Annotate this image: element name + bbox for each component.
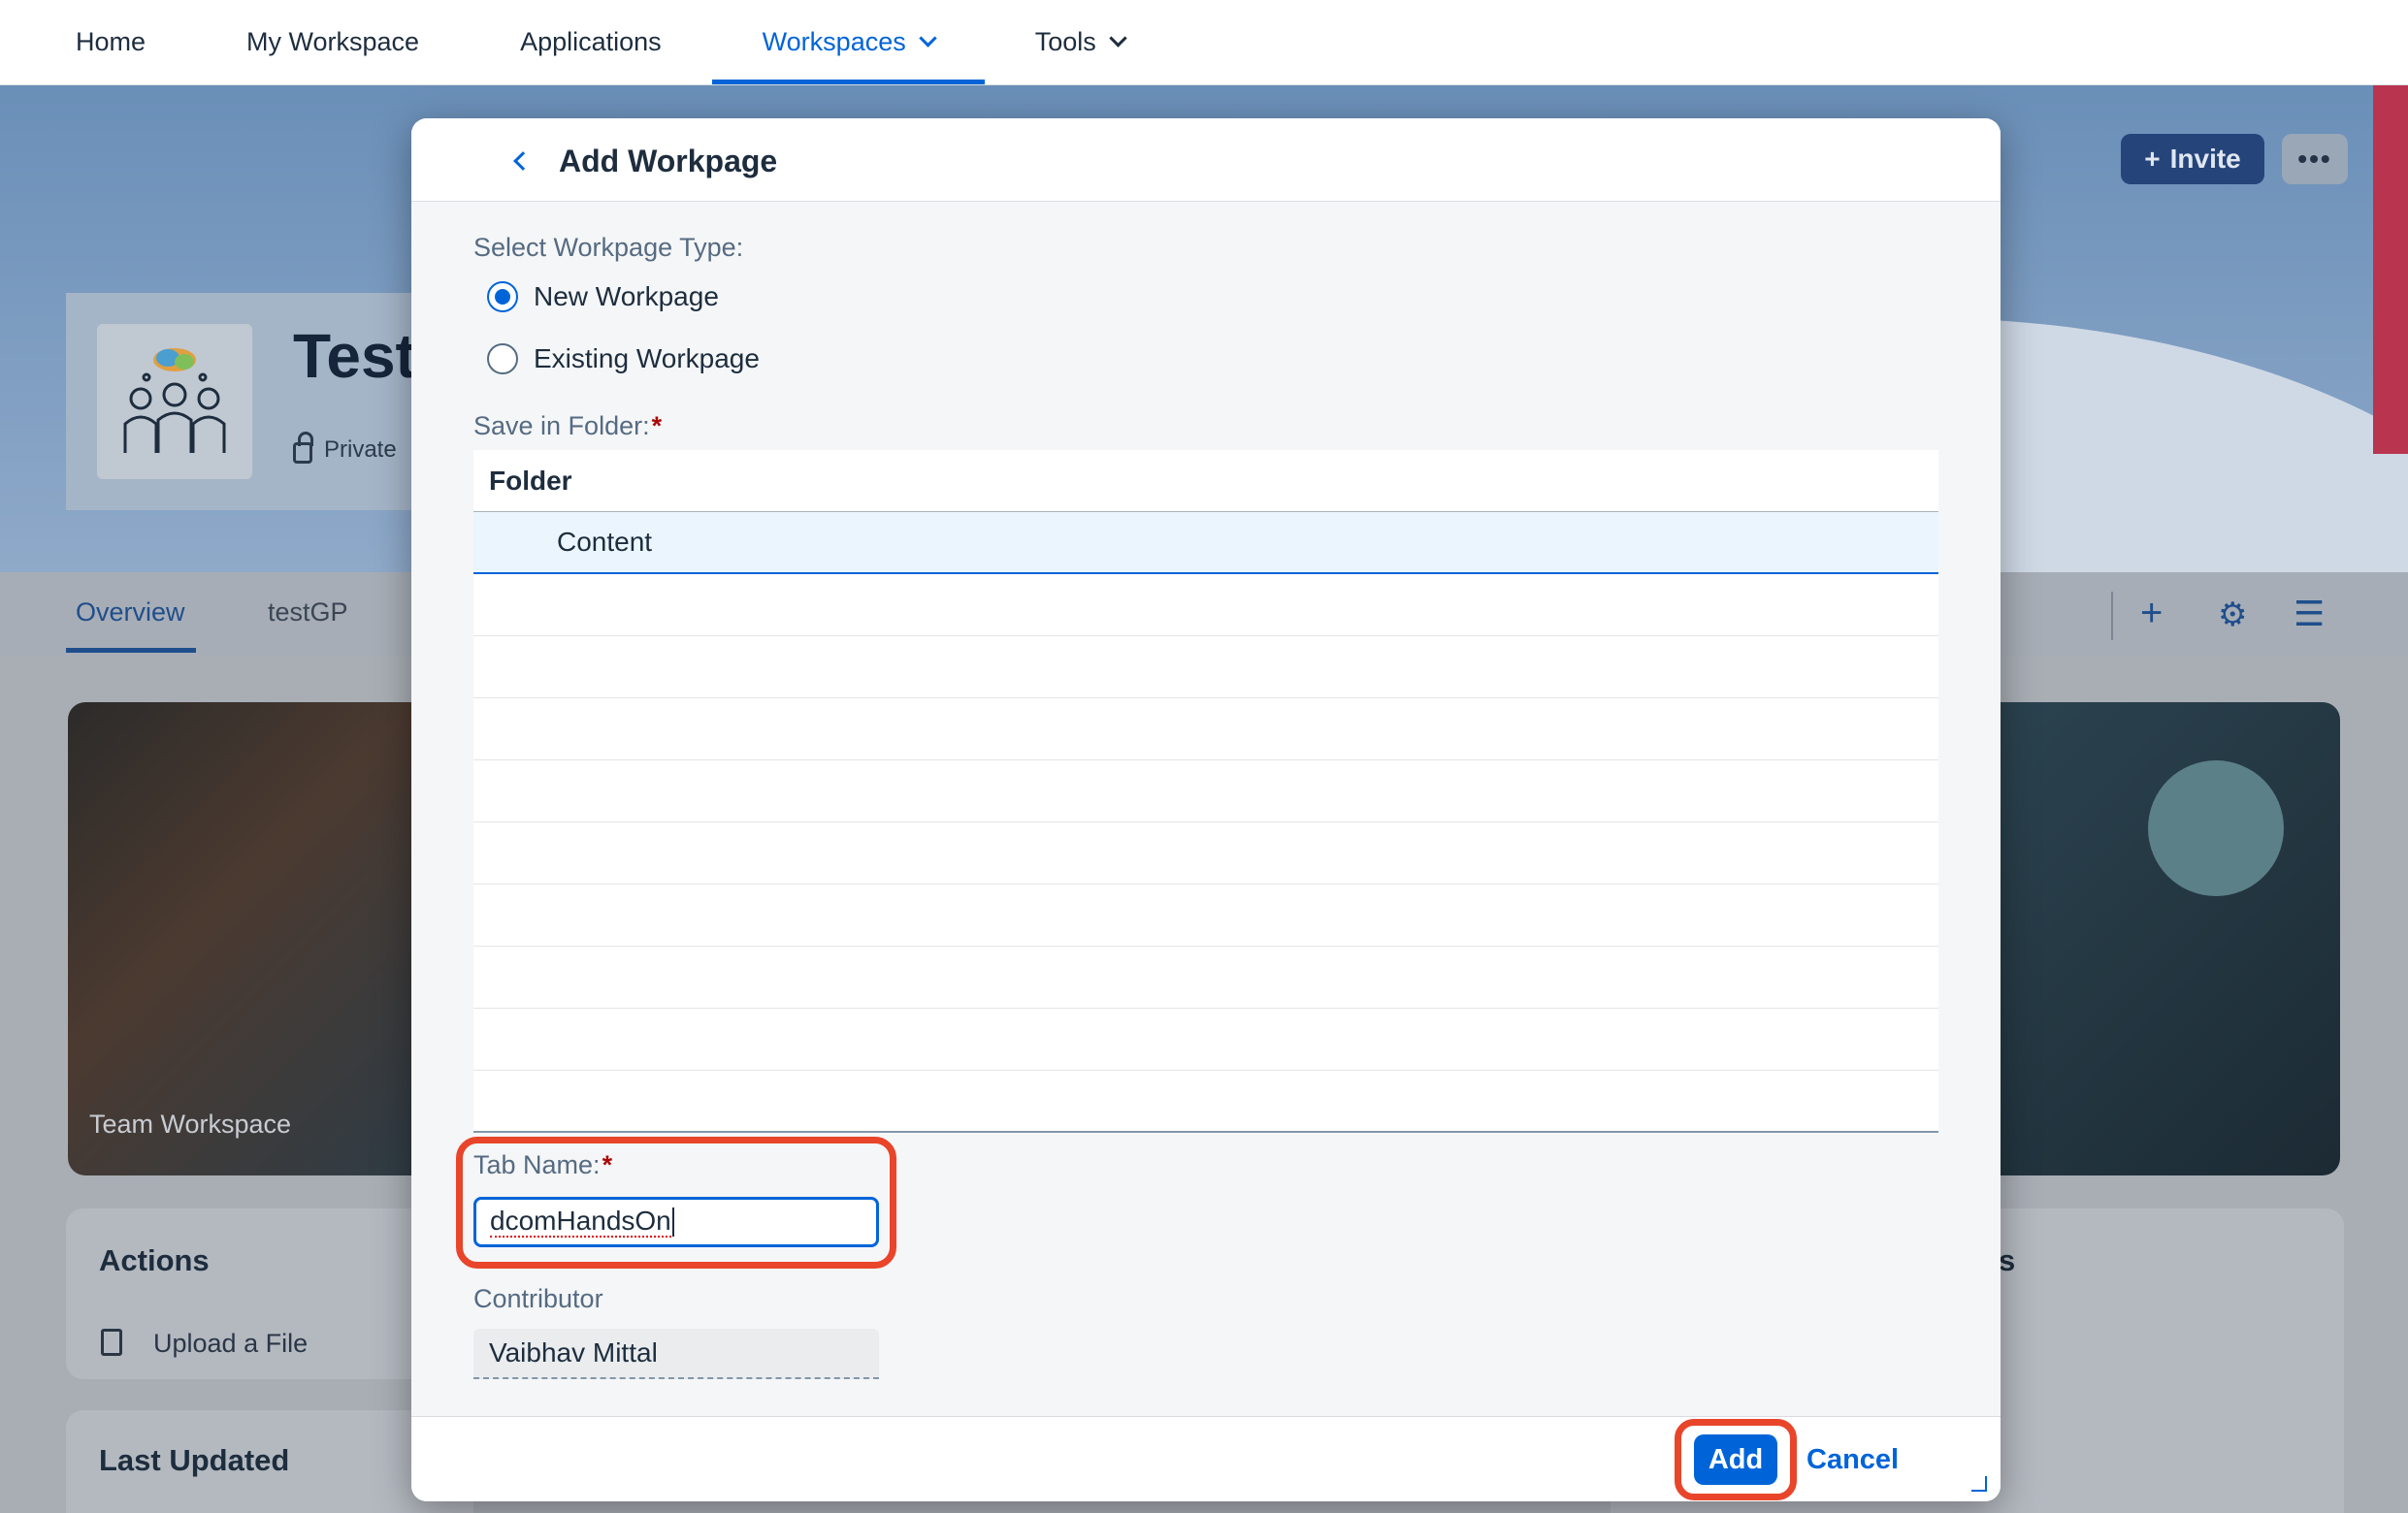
add-workpage-dialog: Add Workpage Select Workpage Type: New W…	[411, 118, 2001, 1501]
back-button[interactable]	[501, 142, 539, 180]
tab-name-highlight	[456, 1137, 896, 1269]
active-tab-indicator	[66, 648, 196, 653]
upload-file-link[interactable]: Upload a File	[153, 1329, 308, 1359]
last-updated-title: Last Updated	[99, 1443, 290, 1477]
add-tab-icon[interactable]: +	[2140, 592, 2163, 635]
invite-button[interactable]: + Invite	[2121, 134, 2264, 184]
workspace-title: Test	[293, 321, 416, 391]
chevron-down-icon	[919, 29, 937, 48]
nav-my-workspace-label: My Workspace	[246, 27, 420, 56]
workspace-avatar	[97, 324, 252, 479]
lock-icon	[293, 432, 313, 464]
cancel-button[interactable]: Cancel	[1806, 1434, 1899, 1485]
dialog-footer: Add Cancel	[411, 1416, 2001, 1501]
top-navigation: Home My Workspace Applications Workspace…	[0, 0, 2408, 85]
invite-label: Invite	[2169, 144, 2241, 174]
contributor-field: Vaibhav Mittal	[473, 1329, 879, 1379]
option-new-workpage[interactable]: New Workpage	[487, 281, 719, 312]
nav-workspaces[interactable]: Workspaces	[711, 0, 985, 84]
nav-tools-label: Tools	[1034, 27, 1096, 56]
more-options-button[interactable]: •••	[2282, 134, 2348, 184]
banner-label: Team Workspace	[89, 1110, 292, 1139]
option-existing-workpage[interactable]: Existing Workpage	[487, 343, 760, 374]
toolbar-divider	[2111, 592, 2113, 640]
chevron-down-icon	[1109, 29, 1127, 48]
menu-icon[interactable]: ☰	[2294, 594, 2325, 634]
folder-table-header: Folder	[473, 450, 1938, 512]
settings-icon[interactable]: ⚙	[2218, 596, 2247, 634]
tab-overview[interactable]: Overview	[76, 597, 185, 628]
file-icon	[101, 1329, 122, 1356]
nav-applications[interactable]: Applications	[470, 0, 712, 84]
folder-name: Content	[557, 527, 653, 557]
tab-testgp[interactable]: testGP	[268, 597, 348, 628]
contributor-value: Vaibhav Mittal	[489, 1337, 658, 1368]
table-row-empty	[473, 885, 1938, 947]
right-panel-title: s	[1999, 1243, 2016, 1277]
workpage-type-label: Select Workpage Type:	[473, 233, 744, 262]
option-existing-workpage-label: Existing Workpage	[534, 343, 760, 373]
folder-label-text: Save in Folder:	[473, 411, 650, 440]
table-row-empty	[473, 1071, 1938, 1133]
visibility-label: Private	[324, 436, 397, 463]
decorative-accent	[2373, 85, 2408, 454]
nav-tools[interactable]: Tools	[985, 0, 1175, 84]
contributor-label: Contributor	[473, 1284, 603, 1313]
plus-icon: +	[2144, 144, 2161, 174]
nav-applications-label: Applications	[520, 27, 662, 56]
more-icon: •••	[2297, 144, 2332, 174]
visibility-indicator: Private	[293, 432, 397, 464]
table-row-empty	[473, 947, 1938, 1009]
option-new-workpage-label: New Workpage	[534, 281, 719, 311]
dialog-title: Add Workpage	[559, 144, 778, 178]
table-row-empty	[473, 698, 1938, 760]
nav-home-label: Home	[76, 27, 146, 56]
add-button-highlight	[1675, 1419, 1797, 1500]
decorative-circle	[2148, 760, 2284, 896]
chevron-left-icon	[513, 151, 533, 171]
table-row-empty	[473, 822, 1938, 885]
dialog-header: Add Workpage	[411, 118, 2001, 202]
radio-existing-workpage[interactable]	[487, 343, 518, 374]
table-row[interactable]: Content	[473, 512, 1938, 574]
nav-workspaces-label: Workspaces	[762, 27, 906, 56]
team-icon	[123, 348, 226, 453]
resize-handle[interactable]	[1971, 1476, 1987, 1492]
folder-label: Save in Folder:*	[473, 411, 662, 441]
table-row-empty	[473, 1009, 1938, 1071]
table-row-empty	[473, 574, 1938, 636]
folder-table: Folder Content	[473, 450, 1938, 1133]
radio-new-workpage[interactable]	[487, 281, 518, 312]
folder-column-header: Folder	[489, 465, 572, 496]
nav-home[interactable]: Home	[49, 0, 196, 84]
actions-title: Actions	[99, 1243, 210, 1277]
nav-my-workspace[interactable]: My Workspace	[196, 0, 470, 84]
table-row-empty	[473, 760, 1938, 822]
table-row-empty	[473, 636, 1938, 698]
required-indicator: *	[651, 411, 663, 440]
